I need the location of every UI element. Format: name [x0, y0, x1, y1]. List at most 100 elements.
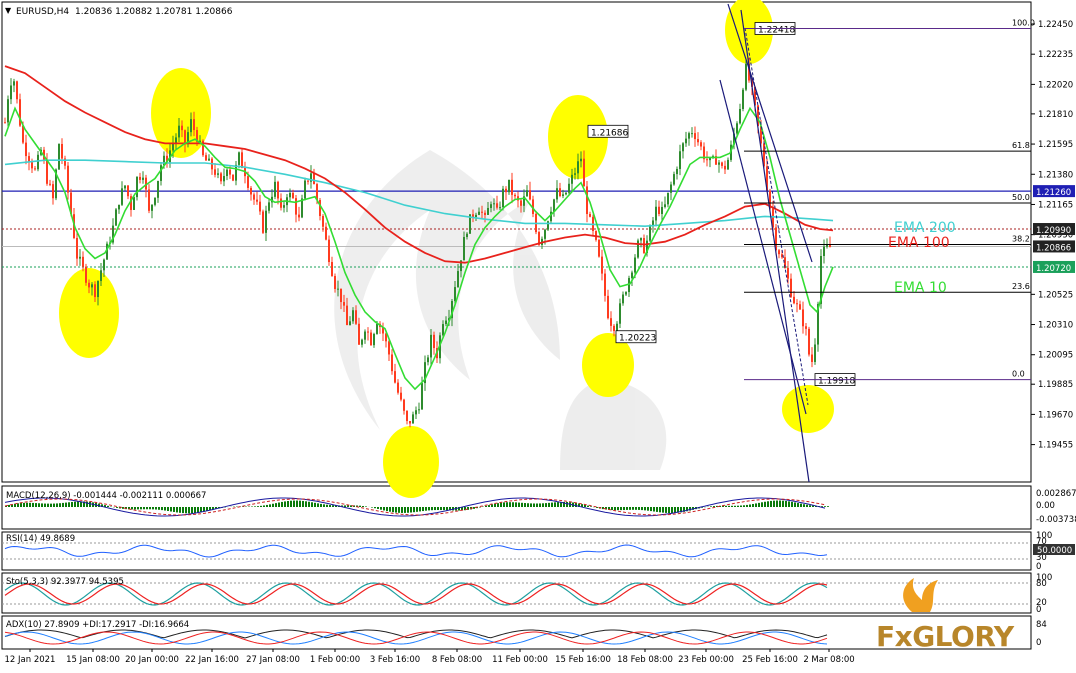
macd-tick-zero: 0.00 [1036, 501, 1055, 511]
candle-body [4, 122, 6, 123]
ema10-label: EMA 10 [894, 280, 947, 296]
candle-body [313, 173, 315, 184]
price-tag-1.20720: 1.20720 [1036, 264, 1071, 274]
macd-bar [410, 507, 412, 513]
macd-bar [791, 502, 793, 507]
macd-bar [725, 506, 727, 507]
candle-body [91, 284, 93, 287]
time-label: 11 Feb 00:00 [492, 655, 548, 665]
macd-bar [497, 503, 499, 507]
macd-bar [347, 505, 349, 507]
macd-bar [311, 502, 313, 507]
macd-bar [545, 503, 547, 507]
macd-bar [485, 506, 487, 507]
macd-bar [803, 504, 805, 507]
candle-body [433, 335, 435, 348]
adx-tick-top: 84 [1036, 620, 1047, 630]
macd-bar [779, 501, 781, 507]
macd-bar [587, 506, 589, 507]
candle-body [370, 333, 372, 346]
macd-bar [56, 503, 58, 507]
price-tick-label: 1.21165 [1038, 200, 1073, 210]
candle-body [352, 310, 354, 321]
candle-body [34, 168, 36, 169]
macd-bar [416, 507, 418, 512]
macd-bar [623, 507, 625, 510]
candle-body [355, 310, 357, 324]
candle-body [115, 209, 117, 225]
macd-bar [263, 505, 265, 507]
macd-bar [401, 507, 403, 513]
candle-body [736, 123, 738, 133]
macd-bar [824, 506, 826, 507]
candle-body [223, 176, 225, 181]
candle-body [265, 211, 267, 233]
annotation-label-1.20223: 1.20223 [619, 334, 656, 344]
candle-body [502, 189, 504, 207]
candle-body [49, 184, 51, 185]
candle-body [700, 142, 702, 146]
macd-bar [557, 502, 559, 507]
macd-bar [665, 507, 667, 513]
macd-bar [806, 505, 808, 507]
symbol-arrow-icon: ▼ [5, 6, 12, 15]
candle-body [688, 133, 690, 138]
candle-body [514, 195, 516, 196]
macd-bar [65, 503, 67, 507]
fib-label-100.0: 100.0 [1012, 18, 1035, 27]
macd-bar [173, 507, 175, 512]
macd-bar [179, 507, 181, 513]
candle-body [250, 188, 252, 195]
macd-bar [308, 502, 310, 507]
candle-body [67, 166, 69, 193]
macd-bar [38, 503, 40, 507]
macd-bar [254, 506, 256, 507]
candle-body [565, 193, 567, 195]
candle-body [337, 289, 339, 290]
rsi-panel [2, 532, 1031, 570]
macd-bar [611, 507, 613, 510]
macd-bar [398, 507, 400, 513]
candle-body [295, 198, 297, 214]
candle-body [121, 188, 123, 204]
macd-bar [20, 503, 22, 507]
macd-bar [566, 502, 568, 507]
macd-bar [446, 507, 448, 510]
candle-body [583, 159, 585, 187]
candle-body [343, 302, 345, 306]
macd-bar [746, 505, 748, 507]
price-tick-label: 1.19885 [1038, 380, 1073, 390]
candle-body [823, 247, 825, 256]
highlight-circle-2 [383, 426, 439, 498]
macd-bar [314, 503, 316, 507]
macd-bar [533, 503, 535, 507]
candle-body [334, 276, 336, 289]
candle-body [292, 193, 294, 198]
macd-bar [359, 506, 361, 507]
candle-body [676, 169, 678, 174]
candle-body [421, 383, 423, 409]
candle-body [529, 190, 531, 199]
candle-body [610, 318, 612, 326]
candle-body [136, 177, 138, 197]
candle-body [568, 184, 570, 193]
candle-body [400, 393, 402, 400]
candle-body [742, 90, 744, 109]
macd-bar [326, 505, 328, 507]
macd-bar [383, 507, 385, 510]
macd-bar [332, 505, 334, 507]
macd-tick-top: 0.002867 [1036, 489, 1076, 499]
fib-label-50.0: 50.0 [1012, 193, 1030, 202]
macd-bar [800, 504, 802, 507]
macd-bar [164, 507, 166, 511]
candle-body [463, 237, 465, 260]
candle-body [241, 152, 243, 168]
macd-bar [194, 507, 196, 513]
macd-bar [107, 506, 109, 507]
macd-bar [797, 503, 799, 507]
candle-body [664, 204, 666, 207]
time-label: 15 Feb 16:00 [555, 655, 611, 665]
sto-title: Sto(5,3,3) 92.3977 94.5395 [6, 577, 124, 587]
candle-body [133, 197, 135, 210]
macd-bar [473, 507, 475, 509]
